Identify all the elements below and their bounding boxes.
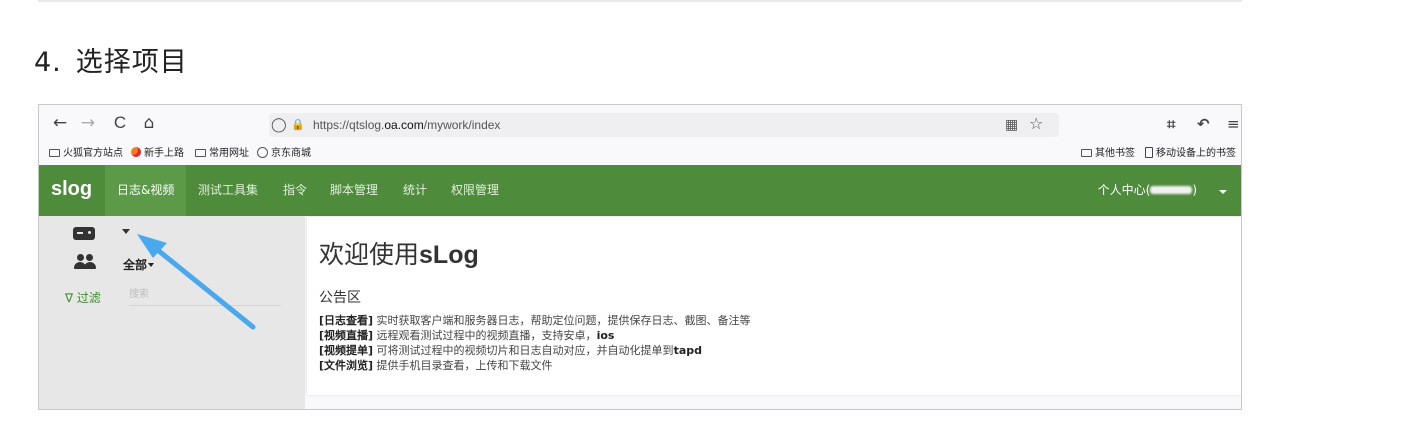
bookmark-common-sites[interactable]: 常用网址 bbox=[195, 146, 249, 162]
bookmark-jd[interactable]: 京东商城 bbox=[257, 146, 311, 162]
bookmark-label: 其他书签 bbox=[1095, 148, 1135, 159]
crop-icon[interactable]: ⌗ bbox=[1167, 113, 1175, 135]
filter-label: ∇ 过滤 bbox=[65, 291, 101, 305]
sidebar: 全部 ∇ 过滤 bbox=[39, 216, 305, 409]
undo-icon[interactable]: ↶ bbox=[1197, 113, 1210, 135]
notice-text: 远程观看测试过程中的视频直播，支持安卓， bbox=[373, 329, 597, 342]
qr-code-icon[interactable]: ▦ bbox=[1005, 115, 1018, 135]
top-divider bbox=[38, 0, 1242, 2]
folder-icon bbox=[49, 149, 60, 157]
bookmark-label: 京东商城 bbox=[271, 148, 311, 159]
redacted-username bbox=[1150, 186, 1193, 194]
browser-toolbar: ← → C ⌂ ◯ 🔒 https://qtslog.oa.com/mywork… bbox=[39, 105, 1241, 143]
bookmark-mobile[interactable]: 移动设备上的书签 bbox=[1145, 146, 1236, 162]
notice-text: 实时获取客户端和服务器日志，帮助定位问题，提供保存日志、截图、备注等 bbox=[373, 314, 751, 327]
notice-item: [文件浏览] 提供手机目录查看，上传和下载文件 bbox=[319, 358, 751, 373]
notice-tag: [文件浏览] bbox=[319, 359, 374, 372]
reload-icon[interactable]: C bbox=[109, 112, 131, 134]
user-center-menu[interactable]: 个人中心() bbox=[1098, 165, 1197, 216]
bookmark-other[interactable]: 其他书签 bbox=[1081, 146, 1135, 162]
step-heading: 4. 选择项目 bbox=[34, 40, 188, 79]
bookmarks-bar: 火狐官方站点 新手上路 常用网址 京东商城 其他书签 移动设备上的书签 bbox=[39, 143, 1241, 165]
menu-icon[interactable]: ≡ bbox=[1227, 113, 1240, 135]
nav-commands[interactable]: 指令 bbox=[271, 165, 319, 216]
nav-logs-video[interactable]: 日志&视频 bbox=[105, 165, 187, 216]
welcome-title: 欢迎使用sLog bbox=[319, 235, 479, 271]
notice-text: 可将测试过程中的视频切片和日志自动对应，并自动化提单到 bbox=[373, 344, 674, 357]
user-center-label: 个人中心( bbox=[1097, 183, 1151, 197]
notice-title: 公告区 bbox=[319, 290, 361, 306]
bookmark-label: 火狐官方站点 bbox=[63, 148, 123, 159]
notice-en: tapd bbox=[673, 344, 702, 357]
search-input[interactable] bbox=[129, 284, 281, 306]
folder-icon bbox=[1081, 149, 1092, 157]
globe-icon bbox=[257, 147, 268, 158]
bookmark-getting-started[interactable]: 新手上路 bbox=[131, 146, 184, 162]
star-icon[interactable]: ☆ bbox=[1029, 114, 1043, 134]
app-navbar: slog 日志&视频 测试工具集 指令 脚本管理 统计 权限管理 个人中心() bbox=[39, 165, 1241, 216]
bookmark-firefox-site[interactable]: 火狐官方站点 bbox=[49, 146, 123, 162]
user-center-suffix: ) bbox=[1192, 183, 1197, 197]
forward-icon[interactable]: → bbox=[77, 112, 99, 134]
project-dropdown-caret[interactable] bbox=[122, 229, 130, 234]
step-number: 4. bbox=[34, 47, 62, 78]
shield-icon[interactable]: ◯ bbox=[271, 115, 287, 135]
main-content: 欢迎使用sLog 公告区 [日志查看] 实时获取客户端和服务器日志，帮助定位问题… bbox=[307, 217, 1241, 395]
notice-tag: [日志查看] bbox=[319, 314, 374, 327]
all-filter-dropdown[interactable]: 全部 bbox=[123, 256, 155, 273]
notice-en: ios bbox=[596, 329, 615, 342]
notice-tag: [视频直播] bbox=[319, 329, 374, 342]
notice-item: [视频直播] 远程观看测试过程中的视频直播，支持安卓，ios bbox=[319, 328, 751, 343]
firefox-icon bbox=[131, 147, 141, 157]
home-icon[interactable]: ⌂ bbox=[138, 112, 160, 134]
bookmark-label: 移动设备上的书签 bbox=[1156, 148, 1236, 159]
nav-test-tools[interactable]: 测试工具集 bbox=[186, 165, 270, 216]
lock-icon[interactable]: 🔒 bbox=[291, 115, 305, 135]
user-dropdown-caret[interactable] bbox=[1219, 190, 1227, 194]
back-icon[interactable]: ← bbox=[49, 112, 71, 134]
browser-screenshot: ← → C ⌂ ◯ 🔒 https://qtslog.oa.com/mywork… bbox=[38, 104, 1242, 410]
nav-permissions[interactable]: 权限管理 bbox=[439, 165, 511, 216]
nav-statistics[interactable]: 统计 bbox=[391, 165, 439, 216]
url-prefix: https://qtslog. bbox=[313, 118, 385, 132]
brand-logo[interactable]: slog bbox=[51, 178, 92, 201]
notice-list: [日志查看] 实时获取客户端和服务器日志，帮助定位问题，提供保存日志、截图、备注… bbox=[319, 313, 751, 373]
folder-icon bbox=[195, 149, 206, 157]
chevron-down-icon bbox=[148, 263, 155, 267]
step-title: 选择项目 bbox=[75, 47, 188, 78]
url-path: /mywork/index bbox=[423, 118, 501, 132]
nav-script-mgmt[interactable]: 脚本管理 bbox=[318, 165, 390, 216]
mobile-device-icon bbox=[1145, 147, 1153, 158]
notice-item: [视频提单] 可将测试过程中的视频切片和日志自动对应，并自动化提单到tapd bbox=[319, 343, 751, 358]
bookmark-label: 新手上路 bbox=[144, 148, 184, 159]
url-domain: oa.com bbox=[384, 118, 424, 132]
notice-tag: [视频提单] bbox=[319, 344, 374, 357]
all-filter-label: 全部 bbox=[123, 258, 148, 272]
notice-text: 提供手机目录查看，上传和下载文件 bbox=[373, 359, 553, 372]
url-text[interactable]: https://qtslog.oa.com/mywork/index bbox=[313, 116, 500, 134]
welcome-prefix: 欢迎使用 bbox=[319, 240, 420, 269]
bookmark-label: 常用网址 bbox=[209, 148, 249, 159]
gamepad-icon[interactable] bbox=[73, 227, 95, 240]
notice-item: [日志查看] 实时获取客户端和服务器日志，帮助定位问题，提供保存日志、截图、备注… bbox=[319, 313, 751, 328]
url-bar[interactable]: ◯ 🔒 https://qtslog.oa.com/mywork/index ▦… bbox=[269, 113, 1059, 137]
people-icon[interactable] bbox=[73, 254, 97, 270]
welcome-brand: sLog bbox=[419, 241, 479, 269]
